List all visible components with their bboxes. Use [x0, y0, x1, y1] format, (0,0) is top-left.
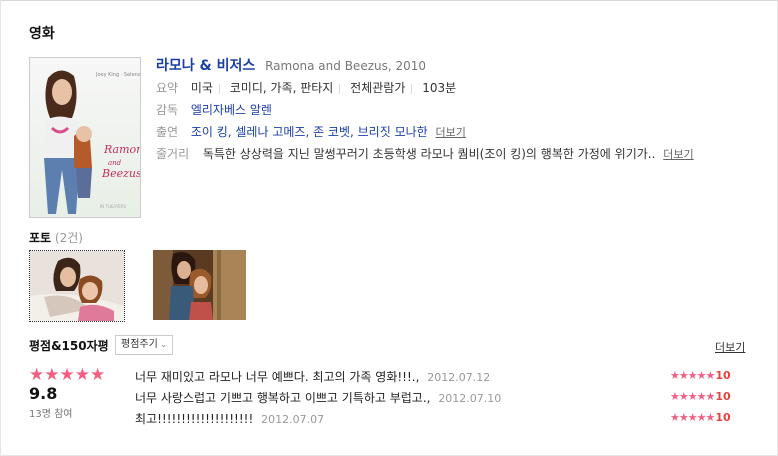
average-score: 9.8 [29, 384, 58, 403]
movie-original-title: Ramona and Beezus, 2010 [265, 59, 427, 73]
review-date: 2012.07.12 [427, 371, 491, 384]
average-star-rating: ★★★★★ [29, 365, 106, 385]
genre: 코미디, 가족, 판타지 [229, 81, 334, 95]
rate-button-label: 평점주기 [121, 339, 158, 350]
summary-row: 요약 미국 코미디, 가족, 판타지 전체관람가 103분 [156, 77, 756, 99]
cast-row: 출연 조이 킹, 셀레나 고메즈, 존 코벳, 브리짓 모나한 더보기 [156, 121, 756, 143]
review-score: 10 [715, 411, 731, 424]
plot-label: 줄거리 [156, 147, 190, 161]
movie-poster[interactable]: Ramona and Beezus Joey King · Selena Gom… [29, 57, 141, 218]
cast-links[interactable]: 조이 킹, 셀레나 고메즈, 존 코벳, 브리짓 모나한 [191, 125, 428, 139]
summary-label: 요약 [156, 81, 179, 95]
review-more-link[interactable]: 더보기 [715, 339, 745, 355]
review-date: 2012.07.07 [261, 413, 325, 426]
plot-more-link[interactable]: 더보기 [663, 148, 693, 161]
photo-header: 포토 (2건) [29, 229, 83, 246]
review-score: 10 [715, 390, 731, 403]
review-stars: ★★★★★ [670, 369, 715, 382]
review-text: 최고!!!!!!!!!!!!!!!!!!!! [135, 412, 254, 426]
review-text: 너무 재미있고 라모나 너무 예쁘다. 최고의 가족 영화!!!., [135, 370, 420, 384]
participant-count: 13명 참여 [29, 409, 73, 420]
section-title: 영화 [29, 26, 55, 42]
review-score: 10 [715, 369, 731, 382]
cast-label: 출연 [156, 125, 179, 139]
svg-text:Ramona: Ramona [103, 143, 140, 156]
photo-label: 포토 [29, 231, 52, 245]
review-item: 너무 재미있고 라모나 너무 예쁘다. 최고의 가족 영화!!!., 2012.… [135, 368, 490, 385]
rating-class: 전체관람가 [350, 81, 406, 95]
svg-text:Joey King · Selena Gomez: Joey King · Selena Gomez [95, 72, 140, 78]
country: 미국 [190, 81, 213, 95]
review-section-title: 평점&150자평 [29, 339, 109, 353]
review-rating: ★★★★★10 [670, 411, 731, 424]
svg-text:IN THEATERS: IN THEATERS [100, 204, 127, 209]
svg-text:and: and [108, 159, 122, 167]
review-rating: ★★★★★10 [670, 369, 731, 382]
movie-info: 라모나 & 비저스 Ramona and Beezus, 2010 요약 미국 … [156, 55, 756, 165]
review-item: 너무 사랑스럽고 기쁘고 행복하고 이쁘고 기특하고 부럽고., 2012.07… [135, 389, 501, 406]
review-stars: ★★★★★ [670, 411, 715, 424]
rate-button[interactable]: 평점주기 ⌄ [115, 335, 174, 355]
review-rating: ★★★★★10 [670, 390, 731, 403]
director-row: 감독 엘리자베스 알렌 [156, 99, 756, 121]
photo-count: (2건) [54, 231, 83, 245]
cast-more-link[interactable]: 더보기 [436, 126, 466, 139]
photo-thumbnail-2[interactable] [153, 250, 246, 320]
review-date: 2012.07.10 [438, 392, 502, 405]
review-item: 최고!!!!!!!!!!!!!!!!!!!! 2012.07.07 [135, 410, 324, 427]
review-stars: ★★★★★ [670, 390, 715, 403]
plot-row: 줄거리 독특한 상상력을 지닌 말썽꾸러기 초등학생 라모나 퀌비(조이 킹)의… [156, 143, 756, 165]
movie-title-link[interactable]: 라모나 & 비저스 [156, 58, 255, 74]
review-text: 너무 사랑스럽고 기쁘고 행복하고 이쁘고 기특하고 부럽고., [135, 391, 431, 405]
svg-text:Beezus: Beezus [101, 167, 140, 180]
photo-thumbnail-1[interactable] [29, 250, 125, 322]
chevron-down-icon: ⌄ [159, 340, 168, 350]
director-label: 감독 [156, 103, 179, 117]
runtime: 103분 [422, 81, 457, 95]
director-link[interactable]: 엘리자베스 알렌 [191, 103, 272, 117]
plot-text: 독특한 상상력을 지닌 말썽꾸러기 초등학생 라모나 퀌비(조이 킹)의 행복한… [202, 147, 656, 161]
